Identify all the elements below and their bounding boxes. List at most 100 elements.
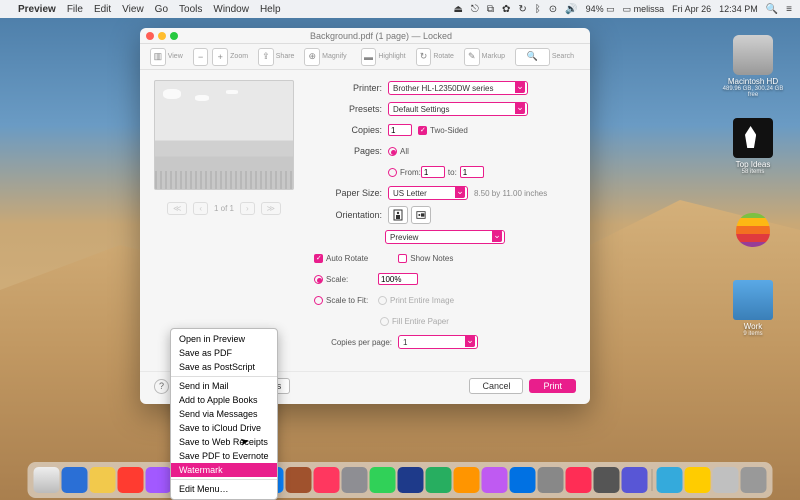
close-button[interactable] — [146, 32, 154, 40]
time-display[interactable]: 12:34 PM — [719, 4, 758, 14]
app-store-dock-icon[interactable] — [62, 467, 88, 493]
menu-save-to-icloud[interactable]: Save to iCloud Drive — [171, 421, 277, 435]
wifi-icon[interactable]: ⊙ — [549, 4, 557, 15]
next-page-button[interactable]: › — [240, 202, 255, 215]
scale-fit-radio[interactable] — [314, 296, 323, 305]
view-button[interactable]: ▥ — [150, 48, 166, 66]
tools-menu[interactable]: Tools — [179, 4, 202, 15]
notification-icon[interactable]: ≡ — [786, 4, 792, 15]
dock-icon[interactable] — [566, 467, 592, 493]
menu-save-pdf-to-evernote[interactable]: Save PDF to Evernote — [171, 449, 277, 463]
scale-input[interactable] — [378, 273, 418, 285]
file-menu[interactable]: File — [67, 4, 83, 15]
pages-to-input[interactable] — [460, 166, 484, 178]
two-sided-checkbox[interactable] — [418, 126, 427, 135]
menu-save-as-pdf[interactable]: Save as PDF — [171, 346, 277, 360]
dock-icon[interactable] — [286, 467, 312, 493]
dock-icon[interactable] — [342, 467, 368, 493]
dock-icon[interactable] — [454, 467, 480, 493]
dock-icon[interactable] — [146, 467, 172, 493]
pages-from-input[interactable] — [421, 166, 445, 178]
orientation-label: Orientation: — [314, 210, 388, 220]
status-icon[interactable]: ⎋ — [471, 4, 479, 15]
pages-label: Pages: — [314, 146, 388, 156]
app-menu[interactable]: Preview — [18, 4, 56, 15]
top-ideas-folder[interactable]: Top Ideas 58 items — [722, 118, 784, 175]
highlight-button[interactable]: ▬ — [361, 48, 377, 66]
excel-dock-icon[interactable] — [426, 467, 452, 493]
work-folder[interactable]: Work 9 items — [722, 280, 784, 337]
finder-dock-icon[interactable] — [34, 467, 60, 493]
dock-icon[interactable] — [314, 467, 340, 493]
dock-icon[interactable] — [594, 467, 620, 493]
landscape-button[interactable] — [411, 206, 431, 224]
markup-button[interactable]: ✎ — [464, 48, 480, 66]
show-notes-checkbox[interactable] — [398, 254, 407, 263]
edit-menu[interactable]: Edit — [94, 4, 111, 15]
maximize-button[interactable] — [170, 32, 178, 40]
help-menu[interactable]: Help — [260, 4, 281, 15]
battery-status[interactable]: 94% ▭ — [586, 4, 615, 15]
dock-icon[interactable] — [713, 467, 739, 493]
volume-icon[interactable]: 🔊 — [565, 4, 577, 15]
titlebar[interactable]: Background.pdf (1 page) — Locked — [140, 28, 590, 44]
menu-save-as-postscript[interactable]: Save as PostScript — [171, 360, 277, 374]
dock-icon[interactable] — [90, 467, 116, 493]
menu-send-via-messages[interactable]: Send via Messages — [171, 407, 277, 421]
dock-icon[interactable] — [510, 467, 536, 493]
dock-icon[interactable] — [118, 467, 144, 493]
status-icon[interactable]: ⏏ — [453, 4, 462, 15]
dock-icon[interactable] — [370, 467, 396, 493]
cancel-button[interactable]: Cancel — [469, 378, 523, 394]
help-button[interactable]: ? — [154, 379, 169, 394]
view-menu[interactable]: View — [122, 4, 144, 15]
pages-all-radio[interactable] — [388, 147, 397, 156]
apple-logo-icon[interactable] — [722, 210, 784, 252]
magnify-button[interactable]: ⊕ — [304, 48, 320, 66]
dock-icon[interactable] — [685, 467, 711, 493]
last-page-button[interactable]: ≫ — [261, 202, 281, 215]
menu-open-in-preview[interactable]: Open in Preview — [171, 332, 277, 346]
menu-save-to-web-receipts[interactable]: Save to Web Receipts — [171, 435, 277, 449]
date-display[interactable]: Fri Apr 26 — [672, 4, 711, 14]
share-button[interactable]: ⇪ — [258, 48, 274, 66]
macintosh-hd-icon[interactable]: Macintosh HD 489.96 GB, 300.24 GB free — [722, 35, 784, 98]
rotate-button[interactable]: ↻ — [416, 48, 432, 66]
print-button[interactable]: Print — [529, 379, 576, 393]
first-page-button[interactable]: ≪ — [167, 202, 187, 215]
search-field[interactable]: 🔍 — [515, 48, 550, 66]
menu-edit-menu[interactable]: Edit Menu… — [171, 482, 277, 496]
fill-paper-radio — [380, 317, 389, 326]
go-menu[interactable]: Go — [155, 4, 168, 15]
prev-page-button[interactable]: ‹ — [193, 202, 208, 215]
dock-icon[interactable] — [482, 467, 508, 493]
menu-add-to-apple-books[interactable]: Add to Apple Books — [171, 393, 277, 407]
pages-range-radio[interactable] — [388, 168, 397, 177]
minimize-button[interactable] — [158, 32, 166, 40]
downloads-dock-icon[interactable] — [657, 467, 683, 493]
timemachine-icon[interactable]: ↻ — [518, 4, 526, 15]
portrait-button[interactable] — [388, 206, 408, 224]
printer-select[interactable]: Brother HL-L2350DW series — [388, 81, 528, 95]
dock-icon[interactable] — [622, 467, 648, 493]
menu-watermark[interactable]: Watermark — [171, 463, 277, 477]
auto-rotate-checkbox[interactable] — [314, 254, 323, 263]
zoom-in-button[interactable]: + — [212, 48, 228, 66]
window-menu[interactable]: Window — [213, 4, 249, 15]
scale-radio[interactable] — [314, 275, 323, 284]
copies-input[interactable] — [388, 124, 412, 136]
paper-size-select[interactable]: US Letter — [388, 186, 468, 200]
zoom-out-button[interactable]: − — [193, 48, 209, 66]
presets-select[interactable]: Default Settings — [388, 102, 528, 116]
trash-dock-icon[interactable] — [741, 467, 767, 493]
dock-icon[interactable] — [538, 467, 564, 493]
word-dock-icon[interactable] — [398, 467, 424, 493]
spotlight-icon[interactable]: 🔍 — [766, 4, 778, 15]
copies-per-page-select[interactable]: 1 — [398, 335, 478, 349]
menu-send-in-mail[interactable]: Send in Mail — [171, 379, 277, 393]
status-icon[interactable]: ✿ — [502, 4, 510, 15]
dropbox-icon[interactable]: ⧉ — [487, 4, 494, 15]
section-select[interactable]: Preview — [385, 230, 505, 244]
bluetooth-icon[interactable]: ᛒ — [535, 4, 541, 15]
user-menu[interactable]: ▭ melissa — [623, 4, 665, 15]
